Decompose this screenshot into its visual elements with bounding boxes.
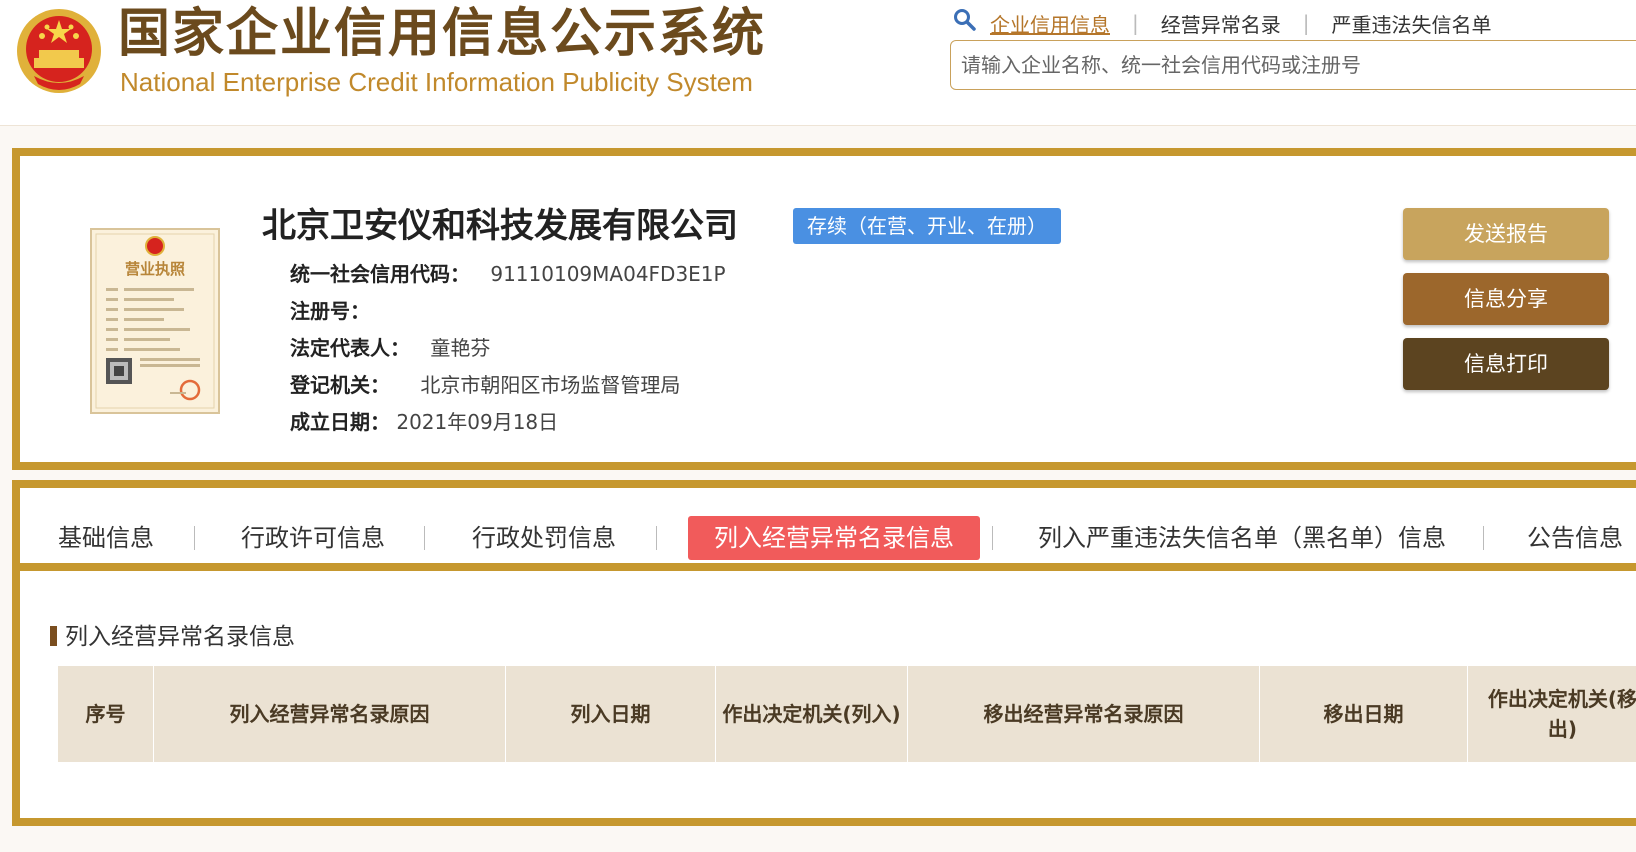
license-heading: 营业执照	[125, 260, 185, 278]
info-value-founded: 2021年09月18日	[396, 410, 559, 434]
table-header: 序号 列入经营异常名录原因 列入日期 作出决定机关(列入) 移出经营异常名录原因…	[58, 666, 1636, 762]
section-title-marker	[50, 626, 57, 646]
info-label: 登记机关：	[290, 373, 390, 397]
tab-admin-penalty[interactable]: 行政处罚信息	[472, 516, 616, 560]
tab-abnormal-list[interactable]: 列入经营异常名录信息	[688, 516, 980, 560]
national-emblem-icon	[17, 9, 101, 93]
section-title: 列入经营异常名录信息	[50, 622, 295, 652]
nav-link-credit-info[interactable]: 企业信用信息	[990, 9, 1110, 38]
tab-separator	[194, 526, 195, 550]
tab-separator	[1483, 526, 1484, 550]
info-label: 注册号：	[290, 299, 370, 323]
site-title-en: National Enterprise Credit Information P…	[120, 67, 753, 97]
search-icon[interactable]	[952, 7, 976, 31]
company-info: 统一社会信用代码： 91110109MA04FD3E1P 注册号： 法定代表人：…	[290, 256, 726, 441]
site-title-cn: 国家企业信用信息公示系统	[118, 4, 767, 64]
info-label: 统一社会信用代码：	[290, 262, 470, 286]
nav-link-abnormal-list[interactable]: 经营异常名录	[1161, 9, 1281, 38]
column-header-out-date: 移出日期	[1260, 666, 1468, 762]
info-row-authority: 登记机关： 北京市朝阳区市场监督管理局	[290, 367, 726, 404]
detail-card: 基础信息 行政许可信息 行政处罚信息 列入经营异常名录信息 列入严重违法失信名单…	[12, 480, 1636, 826]
company-card: 营业执照 北京卫安仪和科技发展有限公司 存续（在营、开业、在册） 统一社会信用代…	[12, 148, 1636, 470]
tab-basic-info[interactable]: 基础信息	[58, 516, 154, 560]
section-title-text: 列入经营异常名录信息	[65, 624, 295, 650]
info-row-founded: 成立日期： 2021年09月18日	[290, 404, 726, 441]
business-license-image: 营业执照	[90, 228, 220, 414]
info-value-authority: 北京市朝阳区市场监督管理局	[420, 373, 681, 397]
search-input[interactable]	[951, 41, 1636, 89]
column-header-in-reason: 列入经营异常名录原因	[154, 666, 506, 762]
tab-blacklist[interactable]: 列入严重违法失信名单（黑名单）信息	[1038, 516, 1446, 560]
column-header-out-reason: 移出经营异常名录原因	[908, 666, 1260, 762]
site-header: 国家企业信用信息公示系统 National Enterprise Credit …	[0, 0, 1636, 126]
info-label: 成立日期：	[290, 410, 390, 434]
column-header-in-authority: 作出决定机关(列入)	[716, 666, 908, 762]
nav-separator: |	[1302, 11, 1310, 35]
column-header-in-date: 列入日期	[506, 666, 716, 762]
info-row-legal-rep: 法定代表人： 童艳芬	[290, 330, 726, 367]
info-row-reg-no: 注册号：	[290, 293, 726, 330]
tab-separator	[424, 526, 425, 550]
top-nav: 企业信用信息 | 经营异常名录 | 严重违法失信名单	[990, 8, 1492, 38]
info-label: 法定代表人：	[290, 336, 410, 360]
tab-bar: 基础信息 行政许可信息 行政处罚信息 列入经营异常名录信息 列入严重违法失信名单…	[20, 488, 1636, 571]
tab-admin-license[interactable]: 行政许可信息	[241, 516, 385, 560]
column-header-out-authority: 作出决定机关(移出)	[1468, 666, 1636, 762]
nav-separator: |	[1132, 11, 1139, 35]
share-button[interactable]: 信息分享	[1403, 273, 1609, 325]
info-value-legal-rep: 童艳芬	[430, 336, 491, 360]
print-button[interactable]: 信息打印	[1403, 338, 1609, 390]
info-value-credit-code: 91110109MA04FD3E1P	[490, 262, 726, 286]
tab-announcements[interactable]: 公告信息	[1527, 516, 1623, 560]
send-report-button[interactable]: 发送报告	[1403, 208, 1609, 260]
tab-separator	[656, 526, 657, 550]
status-badge: 存续（在营、开业、在册）	[793, 208, 1061, 244]
company-name: 北京卫安仪和科技发展有限公司	[262, 206, 738, 246]
search-box	[950, 40, 1636, 90]
info-row-credit-code: 统一社会信用代码： 91110109MA04FD3E1P	[290, 256, 726, 293]
column-header-index: 序号	[58, 666, 154, 762]
nav-link-blacklist[interactable]: 严重违法失信名单	[1332, 9, 1492, 38]
tab-separator	[992, 526, 993, 550]
